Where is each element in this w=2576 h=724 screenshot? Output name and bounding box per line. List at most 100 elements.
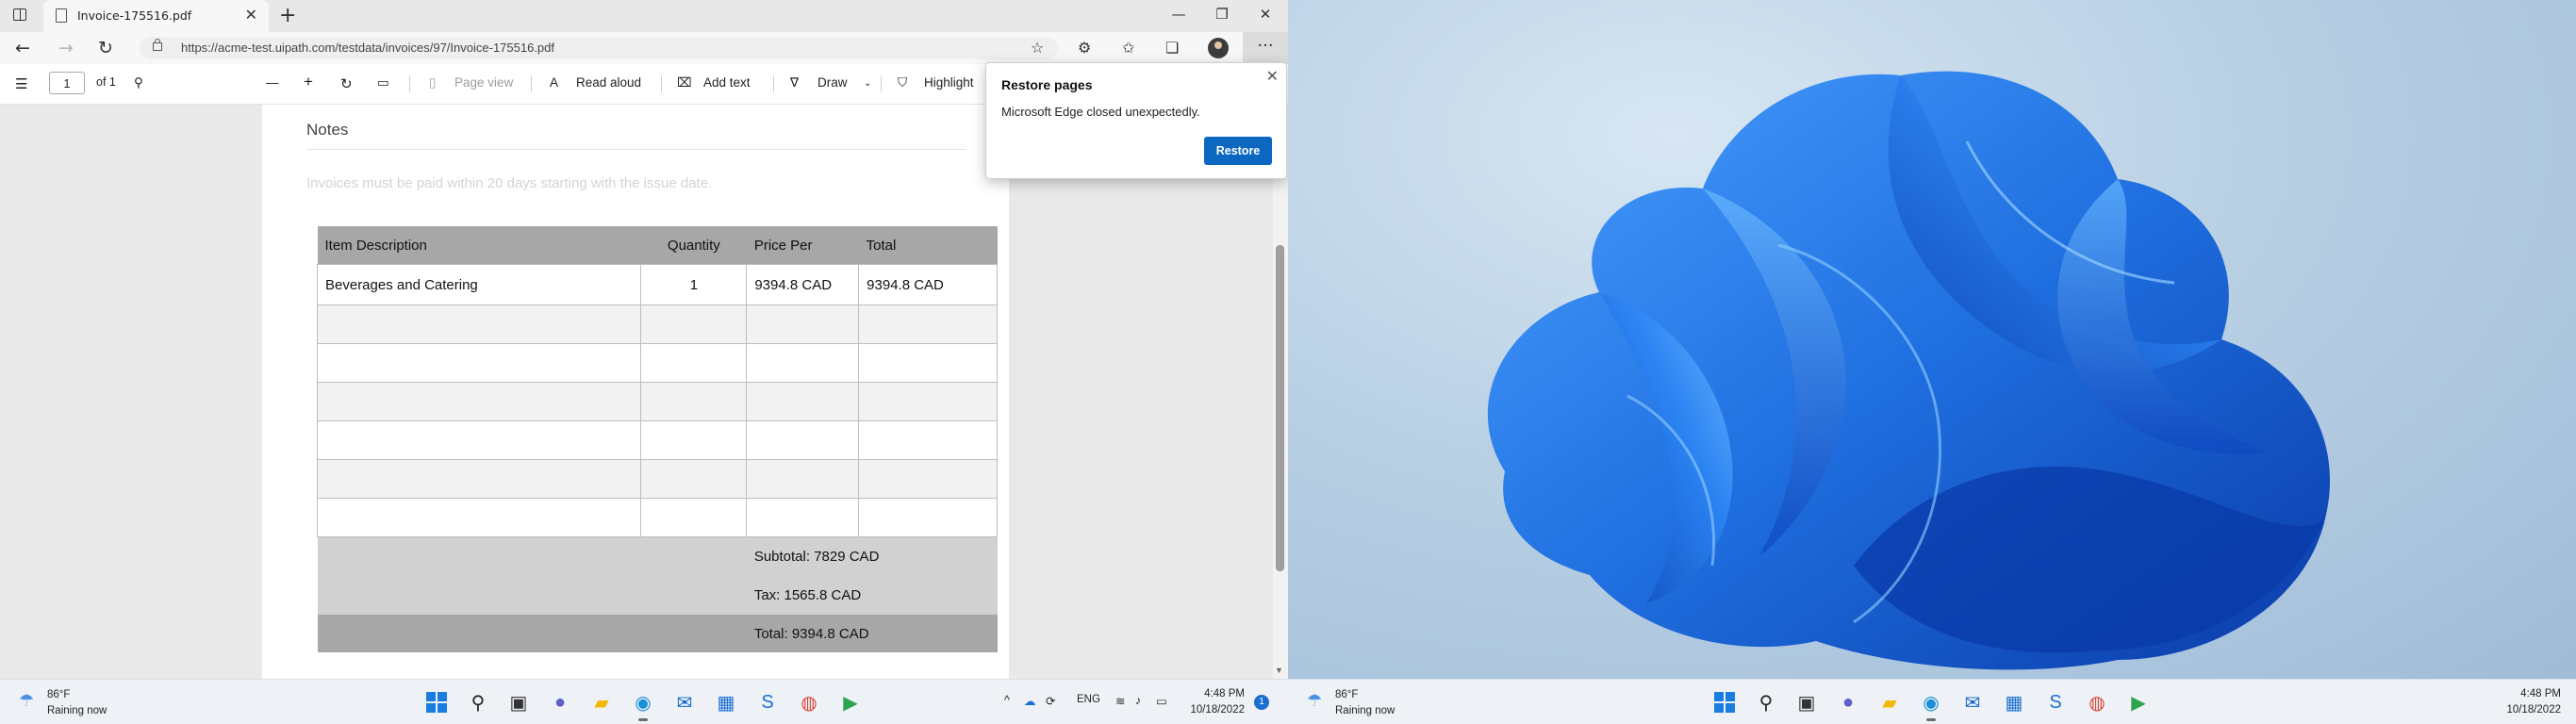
header-item-description: Item Description (317, 226, 641, 265)
add-favorite-icon[interactable]: ☆ (1031, 39, 1044, 57)
total-row: Total: 9394.8 CAD (317, 615, 998, 652)
minimize-button[interactable]: — (1169, 6, 1188, 23)
restore-pages-popup: Restore pages Microsoft Edge closed unex… (985, 62, 1287, 179)
contents-icon[interactable]: ☰ (15, 75, 27, 92)
favorites-icon[interactable]: ✩ (1122, 39, 1134, 57)
mail-icon[interactable]: ✉ (1959, 689, 1986, 716)
restore-window-button[interactable]: ❐ (1213, 6, 1231, 23)
scrollbar-thumb[interactable] (1276, 245, 1284, 571)
clock-date[interactable]: 10/18/2022 (2495, 704, 2561, 716)
taskbar: ☂ 86°F Raining now ⚲ ▣ ● ▰ ◉ ✉ ▦ S ◍ ▶ 4… (1288, 679, 2576, 724)
file-explorer-icon[interactable]: ▰ (588, 689, 615, 716)
item-quantity-cell: 1 (640, 264, 748, 305)
clock-date[interactable]: 10/18/2022 (1179, 704, 1245, 716)
item-total-cell: 9394.8 CAD (858, 264, 998, 305)
edge-icon[interactable]: ◉ (1918, 689, 1944, 721)
edge-icon[interactable]: ◉ (630, 689, 656, 721)
table-row-empty (316, 459, 998, 499)
uipath-studio-icon[interactable]: S (2042, 689, 2069, 716)
popup-close-icon[interactable]: ✕ (1266, 67, 1279, 86)
windows-start-icon[interactable] (1711, 689, 1738, 716)
collections-icon[interactable]: ❏ (1165, 39, 1179, 57)
subtotal-value: Subtotal: 7829 CAD (746, 536, 998, 576)
store-icon[interactable]: ▦ (713, 689, 739, 716)
pdf-viewer[interactable]: Notes Invoices must be paid within 20 da… (0, 105, 1273, 679)
forward-arrow-icon[interactable]: → (58, 38, 74, 58)
sync-icon[interactable]: ⟳ (1046, 694, 1055, 708)
store-icon[interactable]: ▦ (2001, 689, 2027, 716)
profile-avatar[interactable] (1208, 38, 1229, 58)
chrome-icon[interactable]: ◍ (2084, 689, 2110, 716)
clock-time[interactable]: 4:48 PM (1188, 688, 1245, 699)
toolbar-divider (409, 75, 410, 92)
weather-temperature[interactable]: 86°F (1335, 689, 1358, 700)
subtotal-row: Subtotal: 7829 CAD (317, 536, 998, 576)
pdf-file-icon (56, 8, 67, 23)
extensions-icon[interactable]: ⚙ (1078, 39, 1091, 57)
weather-description[interactable]: Raining now (1335, 705, 1395, 716)
highlight-button[interactable]: Highlight (924, 75, 974, 90)
uipath-studio-icon[interactable]: S (754, 689, 781, 716)
wifi-icon[interactable]: ≋ (1115, 694, 1125, 708)
find-icon[interactable]: ⚲ (134, 75, 143, 90)
zoom-out-button[interactable]: — (266, 75, 279, 90)
notes-text: Invoices must be paid within 20 days sta… (306, 175, 713, 191)
teams-chat-icon[interactable]: ● (1835, 689, 1861, 716)
restore-button[interactable]: Restore (1204, 137, 1272, 165)
teams-chat-icon[interactable]: ● (547, 689, 573, 716)
draw-button[interactable]: Draw (817, 75, 848, 90)
refresh-icon[interactable]: ↻ (98, 38, 113, 58)
settings-more-button[interactable]: ··· (1243, 32, 1288, 64)
read-aloud-button[interactable]: Read aloud (576, 75, 641, 90)
draw-chevron-down-icon[interactable]: ⌄ (864, 78, 871, 89)
tab-close-button[interactable]: ✕ (245, 6, 257, 24)
search-icon[interactable]: ⚲ (465, 689, 491, 716)
header-price-per: Price Per (746, 226, 859, 265)
scroll-down-icon[interactable]: ▼ (1275, 666, 1283, 675)
popup-message: Microsoft Edge closed unexpectedly. (1001, 105, 1200, 119)
address-input[interactable]: https://acme-test.uipath.com/testdata/in… (140, 37, 1058, 59)
clock-time[interactable]: 4:48 PM (2504, 688, 2561, 699)
notes-divider (306, 149, 966, 150)
tab-actions-icon[interactable] (13, 8, 26, 21)
show-hidden-icons-icon[interactable]: ^ (1004, 694, 1010, 707)
header-quantity: Quantity (640, 226, 747, 265)
task-view-icon[interactable]: ▣ (1793, 689, 1820, 716)
battery-icon[interactable]: ▭ (1156, 694, 1167, 708)
fit-page-icon[interactable]: ▭ (377, 75, 389, 90)
weather-description[interactable]: Raining now (47, 705, 107, 716)
table-row: Beverages and Catering 1 9394.8 CAD 9394… (316, 264, 998, 305)
highlight-icon: ⛉ (898, 75, 908, 90)
file-explorer-icon[interactable]: ▰ (1876, 689, 1903, 716)
page-number-input[interactable]: 1 (49, 72, 85, 94)
table-row-empty (316, 382, 998, 421)
search-icon[interactable]: ⚲ (1753, 689, 1779, 716)
close-window-button[interactable]: ✕ (1256, 6, 1275, 23)
page-view-button[interactable]: Page view (454, 75, 513, 90)
invoice-items-table: Item Description Quantity Price Per Tota… (316, 226, 998, 652)
uipath-assistant-icon[interactable]: ▶ (2125, 689, 2152, 716)
pdf-page: Notes Invoices must be paid within 20 da… (262, 105, 1009, 679)
language-indicator[interactable]: ENG (1077, 694, 1100, 705)
new-tab-button[interactable]: + (279, 4, 296, 27)
onedrive-icon[interactable]: ☁ (1024, 694, 1036, 708)
add-text-icon: ⌧ (677, 75, 692, 90)
volume-icon[interactable]: ♪ (1135, 694, 1141, 707)
rotate-icon[interactable]: ↻ (340, 75, 353, 92)
add-text-button[interactable]: Add text (703, 75, 751, 90)
chrome-icon[interactable]: ◍ (796, 689, 822, 716)
weather-temperature[interactable]: 86°F (47, 689, 70, 700)
windows-start-icon[interactable] (423, 689, 450, 716)
browser-tab[interactable]: Invoice-175516.pdf ✕ (43, 0, 269, 32)
back-arrow-icon[interactable]: ← (15, 38, 30, 58)
weather-rain-icon[interactable]: ☂ (1307, 691, 1322, 711)
task-view-icon[interactable]: ▣ (505, 689, 532, 716)
notification-badge[interactable]: 1 (1254, 695, 1269, 710)
table-row-empty (316, 498, 998, 537)
uipath-assistant-icon[interactable]: ▶ (837, 689, 864, 716)
desktop-wallpaper (1288, 0, 2576, 679)
tax-row: Tax: 1565.8 CAD (317, 576, 998, 615)
weather-rain-icon[interactable]: ☂ (19, 691, 34, 711)
zoom-in-button[interactable]: + (304, 73, 313, 91)
mail-icon[interactable]: ✉ (671, 689, 698, 716)
